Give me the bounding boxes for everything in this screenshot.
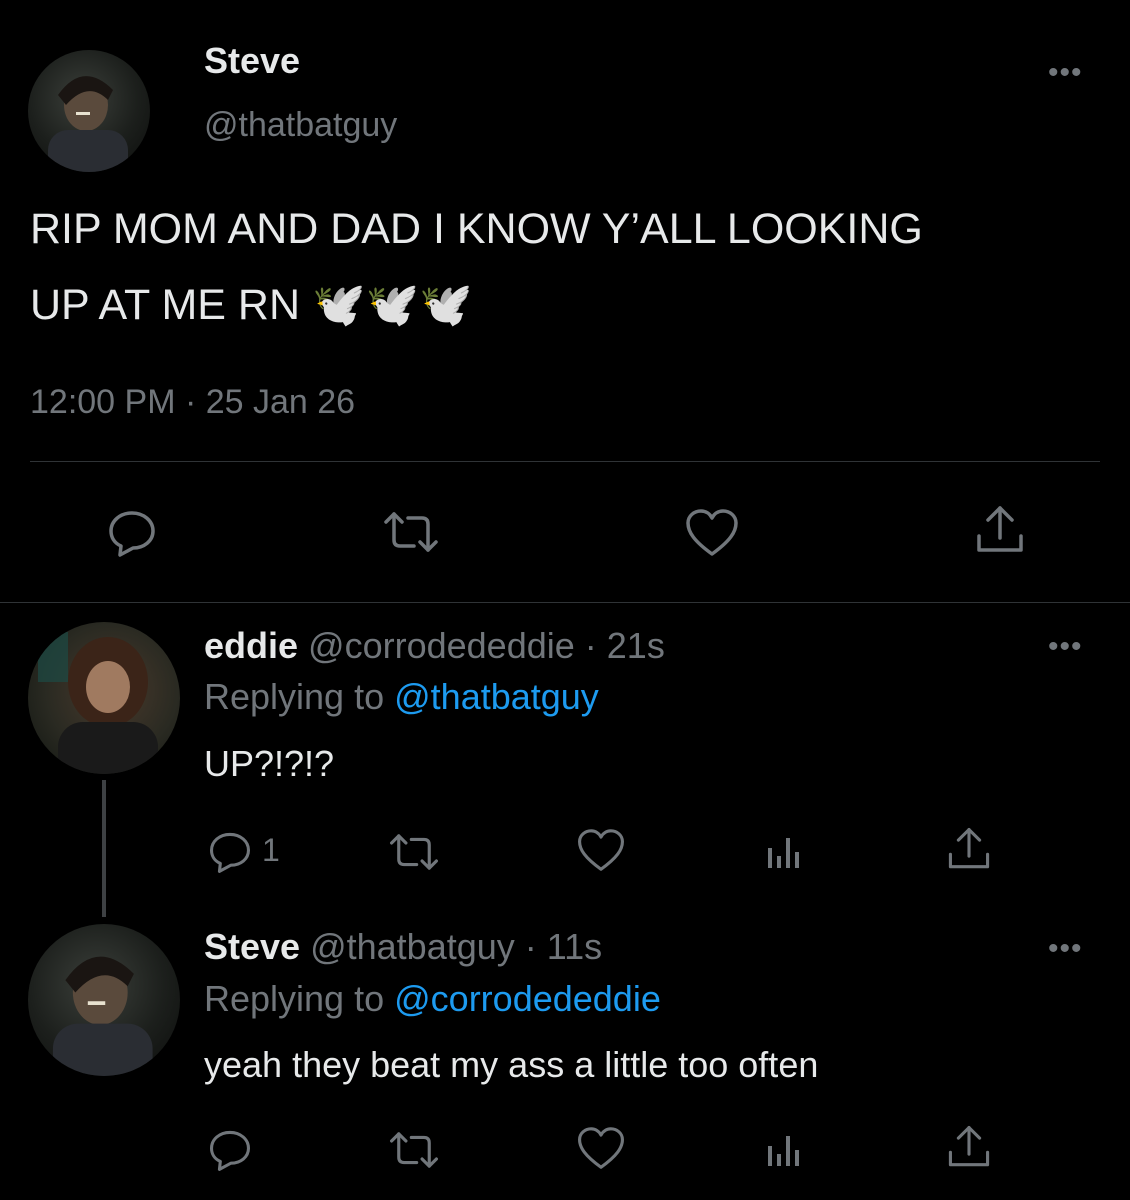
reply2-text: yeah they beat my ass a little too often — [204, 1044, 819, 1085]
main-tweet-text-line1: RIP MOM AND DAD I KNOW Y’ALL LOOKING — [30, 205, 923, 253]
reply1-share-icon[interactable] — [946, 826, 992, 872]
reply1-display-name[interactable]: eddie — [204, 625, 298, 666]
reply2-display-name[interactable]: Steve — [204, 926, 300, 967]
reply1-handle[interactable]: @corrodededdie — [308, 625, 575, 666]
reply1-more-icon[interactable]: ••• — [1048, 632, 1083, 662]
reply1-header: eddie @corrodededdie · 21s — [204, 625, 665, 667]
avatar-steve-reply-image — [52, 956, 153, 1076]
reply2-time[interactable]: · 11s — [525, 926, 602, 967]
avatar-eddie-image — [38, 632, 158, 774]
reply2-more-icon[interactable]: ••• — [1048, 934, 1083, 964]
reply2-replying-handle[interactable]: @corrodededdie — [394, 978, 661, 1019]
avatar-steve[interactable] — [28, 50, 150, 172]
timestamp-divider — [30, 461, 1100, 462]
reply1-retweet-icon[interactable] — [388, 832, 440, 872]
avatar-steve-image — [48, 76, 128, 172]
avatar-eddie[interactable] — [28, 622, 180, 774]
reply1-time[interactable]: · 21s — [585, 625, 665, 666]
reply2-reply-icon[interactable] — [206, 1128, 254, 1172]
main-more-icon[interactable]: ••• — [1048, 58, 1083, 88]
main-display-name[interactable]: Steve — [204, 40, 300, 82]
reply1-text: UP?!?!? — [204, 743, 335, 784]
main-like-icon[interactable] — [684, 508, 740, 558]
section-divider — [0, 602, 1130, 603]
reply1-reply-count: 1 — [262, 832, 280, 868]
reply1-reply-icon[interactable] — [206, 830, 254, 874]
main-handle[interactable]: @thatbatguy — [204, 106, 397, 145]
reply1-replying-handle[interactable]: @thatbatguy — [394, 676, 599, 717]
avatar-steve-reply[interactable] — [28, 924, 180, 1076]
reply2-like-icon[interactable] — [576, 1126, 626, 1171]
reply1-replying-prefix: Replying to — [204, 676, 385, 717]
main-tweet-text-line2: UP AT ME RN 🕊️🕊️🕊️ — [30, 281, 473, 329]
main-timestamp[interactable]: 12:00 PM · 25 Jan 26 — [30, 383, 355, 422]
reply2-handle[interactable]: @thatbatguy — [310, 926, 515, 967]
reply1-like-icon[interactable] — [576, 828, 626, 873]
reply2-replying-prefix: Replying to — [204, 978, 385, 1019]
reply1-replying-to: Replying to @thatbatguy — [204, 676, 599, 718]
reply2-share-icon[interactable] — [946, 1124, 992, 1170]
reply2-retweet-icon[interactable] — [388, 1130, 440, 1170]
reply2-header: Steve @thatbatguy · 11s — [204, 926, 602, 968]
main-reply-icon[interactable] — [106, 508, 158, 558]
reply2-replying-to: Replying to @corrodededdie — [204, 978, 661, 1020]
main-share-icon[interactable] — [974, 504, 1026, 556]
reply1-views-icon[interactable] — [764, 830, 804, 870]
main-retweet-icon[interactable] — [382, 510, 440, 554]
reply2-views-icon[interactable] — [764, 1128, 804, 1168]
thread-connector-line — [102, 780, 106, 917]
